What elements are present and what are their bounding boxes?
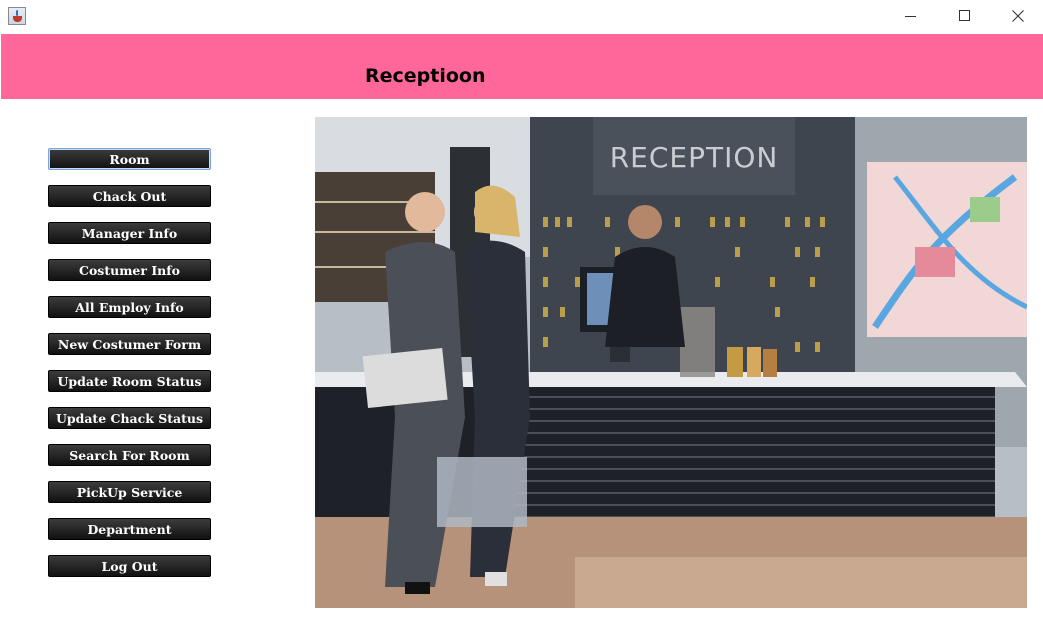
reception-sign-text: RECEPTION: [610, 141, 779, 174]
minimize-button[interactable]: [888, 0, 934, 33]
new-customer-form-button[interactable]: New Costumer Form: [48, 333, 211, 355]
customer-info-button[interactable]: Costumer Info: [48, 259, 211, 281]
department-button[interactable]: Department: [48, 518, 211, 540]
close-button[interactable]: [995, 0, 1041, 33]
manager-info-button[interactable]: Manager Info: [48, 222, 211, 244]
maximize-icon: [959, 10, 970, 21]
java-app-icon[interactable]: [8, 7, 26, 25]
update-room-status-button[interactable]: Update Room Status: [48, 370, 211, 392]
header-banner: Receptioon: [1, 34, 1043, 99]
log-out-button[interactable]: Log Out: [48, 555, 211, 577]
minimize-icon: [905, 16, 916, 17]
all-employee-info-button[interactable]: All Employ Info: [48, 296, 211, 318]
page-title: Receptioon: [365, 65, 486, 87]
close-icon: [1012, 10, 1024, 22]
window-titlebar: [0, 0, 1043, 33]
check-out-button[interactable]: Chack Out: [48, 185, 211, 207]
update-check-status-button[interactable]: Update Chack Status: [48, 407, 211, 429]
reception-photo: RECEPTION: [315, 117, 1027, 608]
maximize-button[interactable]: [941, 0, 987, 33]
search-for-room-button[interactable]: Search For Room: [48, 444, 211, 466]
room-button[interactable]: Room: [48, 148, 211, 170]
pickup-service-button[interactable]: PickUp Service: [48, 481, 211, 503]
